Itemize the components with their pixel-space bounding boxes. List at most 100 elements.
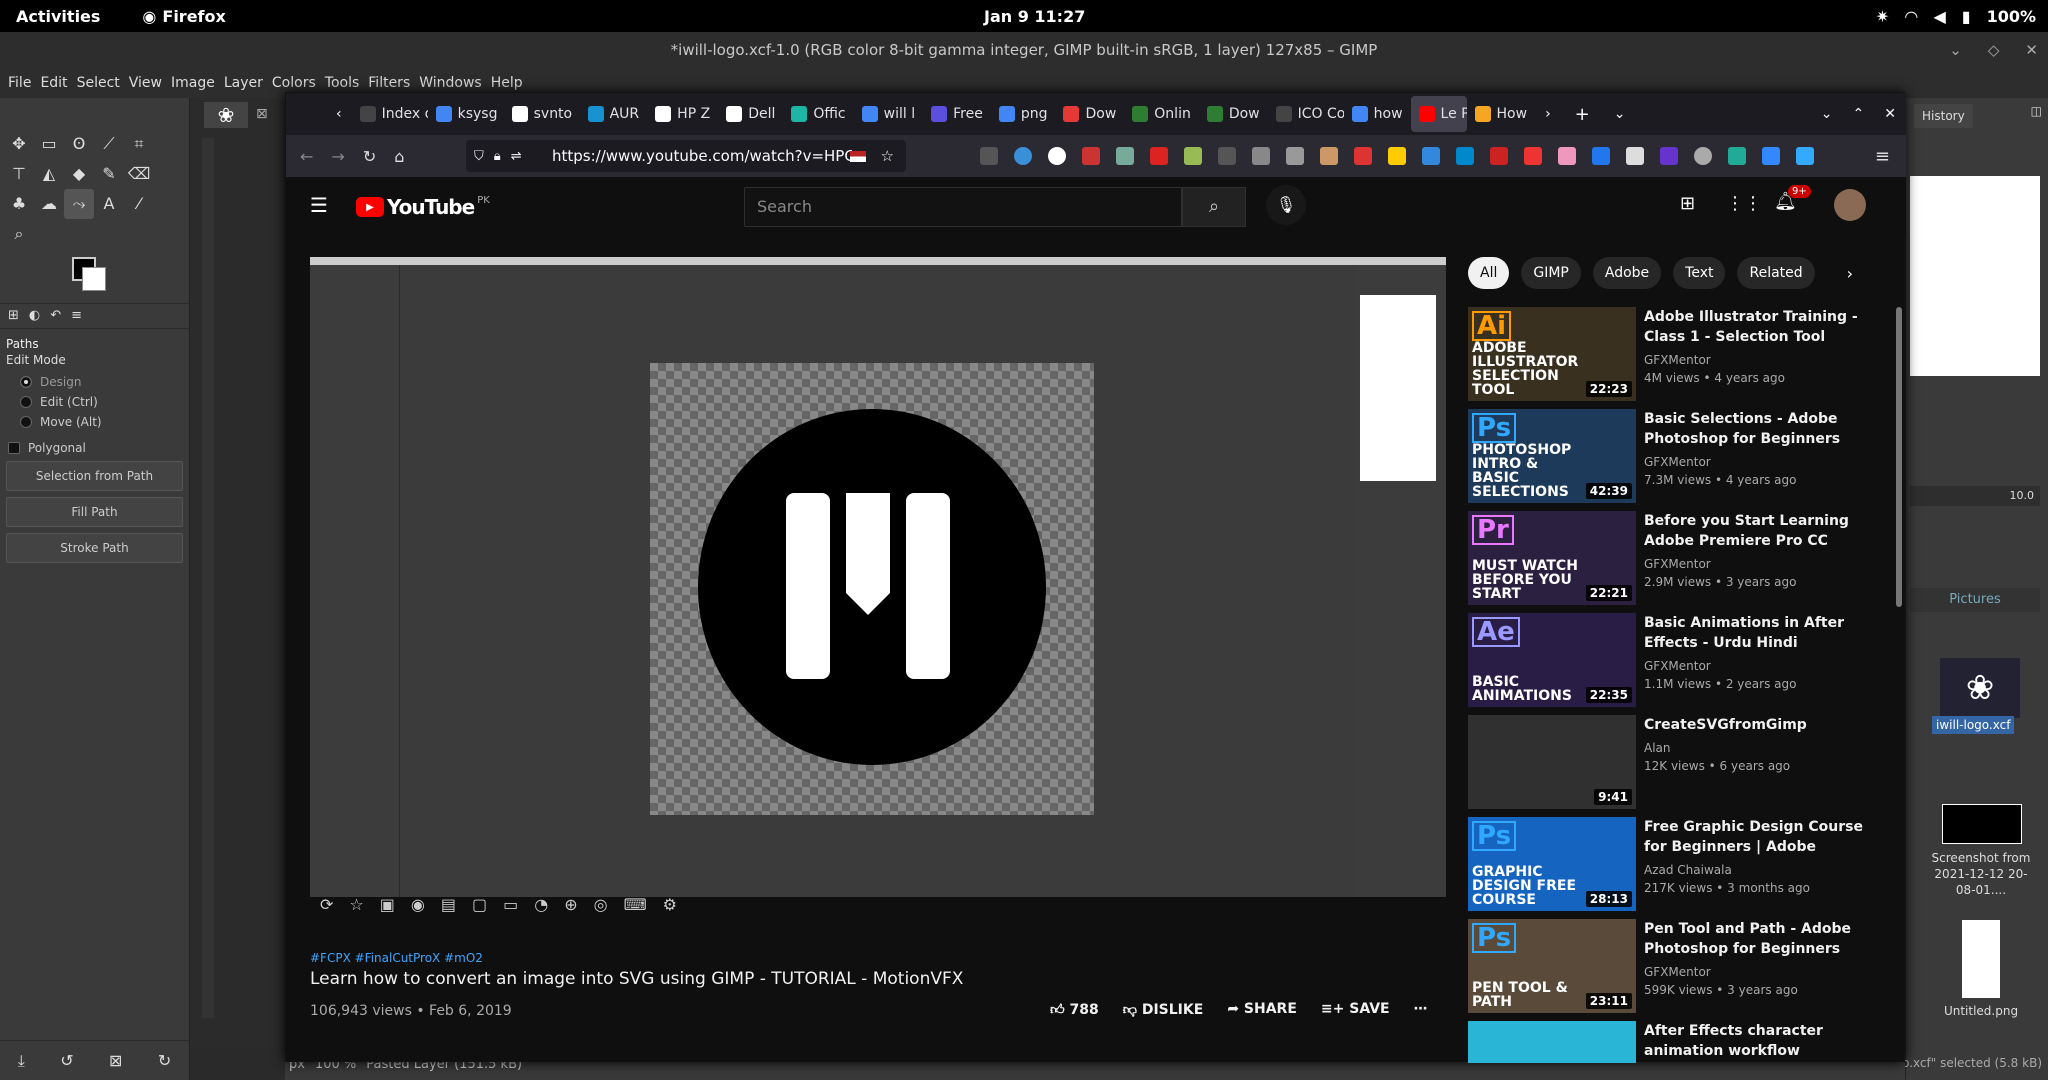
dislike-button[interactable]: 👎︎ DISLIKE — [1123, 1001, 1204, 1018]
gimp-canvas-area[interactable]: ❀ ⊠ — [190, 98, 285, 1048]
ext-icon[interactable] — [1150, 147, 1168, 165]
video-title-link[interactable]: CreateSVGfromGimp — [1644, 715, 1864, 735]
browser-tab[interactable]: how — [1344, 96, 1411, 132]
video-thumbnail[interactable]: 9:41 — [1468, 715, 1636, 809]
color-picker-icon[interactable]: ⁄ — [124, 189, 154, 219]
video-thumbnail[interactable]: Ps PHOTOSHOP INTRO & BASIC SELECTIONS 42:3… — [1468, 409, 1636, 503]
ext-icon[interactable] — [1524, 147, 1542, 165]
ext-icon[interactable] — [1320, 147, 1338, 165]
png-file-label[interactable]: Untitled.png — [1926, 1004, 2036, 1018]
undo-history-tab-icon[interactable]: ↶ — [50, 308, 61, 324]
ext-icon[interactable] — [1796, 147, 1814, 165]
add-icon[interactable]: ⊕ — [564, 895, 577, 914]
video-title-link[interactable]: Free Graphic Design Course for Beginners… — [1644, 817, 1864, 857]
video-hashtags[interactable]: #FCPX #FinalCutProX #mO2 — [310, 951, 483, 965]
star-icon[interactable]: ☆ — [349, 895, 363, 914]
bookmark-star-icon[interactable]: ☆ — [881, 147, 894, 165]
video-thumbnail[interactable]: Ps PEN TOOL & PATH 23:11 — [1468, 919, 1636, 1013]
menu-windows[interactable]: Windows — [419, 75, 482, 91]
ext-icon[interactable] — [1218, 147, 1236, 165]
transform-icon[interactable]: ⊤ — [4, 159, 34, 189]
video-thumbnail[interactable]: Pr MUST WATCH BEFORE YOU START 22:21 — [1468, 511, 1636, 605]
video-thumbnail[interactable]: Ps GRAPHIC DESIGN FREE COURSE 28:13 — [1468, 817, 1636, 911]
fill-path-button[interactable]: Fill Path — [6, 497, 183, 527]
menu-colors[interactable]: Colors — [272, 75, 316, 91]
ext-icon[interactable] — [1354, 147, 1372, 165]
screenshot-thumbnail[interactable] — [1942, 804, 2022, 844]
selection-from-path-button[interactable]: Selection from Path — [6, 461, 183, 491]
hamburger-menu-icon[interactable]: ≡ — [1875, 146, 1890, 167]
chip-related[interactable]: Related — [1737, 257, 1815, 289]
browser-tab[interactable]: AUR — [580, 96, 648, 132]
collapse-icon[interactable]: ⌄ — [1949, 32, 1962, 68]
browser-tab[interactable]: will l — [854, 96, 923, 132]
settings-gear-icon[interactable]: ⚙ — [663, 895, 677, 914]
pocket-icon[interactable] — [980, 147, 998, 165]
video-title-link[interactable]: Adobe Illustrator Training - Class 1 - S… — [1644, 307, 1864, 347]
camera-icon[interactable]: ◎ — [594, 895, 608, 914]
browser-tab[interactable]: Index of — [352, 96, 428, 132]
video-title-link[interactable]: After Effects character animation workfl… — [1644, 1021, 1864, 1061]
browser-tab[interactable]: Free — [923, 96, 991, 132]
xcf-file-label[interactable]: iwill-logo.xcf — [1932, 716, 2015, 734]
ext-icon[interactable] — [1694, 147, 1712, 165]
tabs-scroll-left-icon[interactable]: ‹ — [336, 106, 342, 122]
tool-options-tab-icon[interactable]: ⊞ — [8, 308, 19, 324]
voice-search-icon[interactable]: 🎙︎ — [1266, 185, 1306, 225]
permissions-icon[interactable]: ⇌ — [511, 149, 522, 164]
guide-menu-icon[interactable]: ☰ — [310, 193, 328, 217]
home-icon[interactable]: ⌂ — [394, 147, 404, 166]
screenshot-icon[interactable]: ▣ — [380, 895, 395, 914]
share-button[interactable]: ➦ SHARE — [1227, 1001, 1297, 1018]
menu-filters[interactable]: Filters — [368, 75, 410, 91]
youtube-logo[interactable]: ▶ YouTube PK — [356, 195, 490, 219]
clone-icon[interactable]: ♣ — [4, 189, 34, 219]
video-title-link[interactable]: Basic Selections - Adobe Photoshop for B… — [1644, 409, 1864, 449]
browser-tab[interactable]: svnto — [504, 96, 580, 132]
mode-move[interactable]: Move (Alt) — [20, 415, 189, 429]
recommended-video[interactable]: Ae BASIC ANIMATIONS 22:35 Basic Animations … — [1468, 613, 1898, 709]
ext-icon[interactable] — [1558, 147, 1576, 165]
maximize-icon[interactable]: ⌃ — [1853, 106, 1865, 122]
system-tray[interactable]: ✷ ◠ ◀ ▮ 100% — [1876, 7, 2036, 26]
dock-tabs[interactable]: ⊞ ◐ ↶ ≡ — [0, 303, 189, 329]
pictures-tab[interactable]: Pictures — [1910, 588, 2040, 612]
paths-tab-icon[interactable]: ≡ — [71, 308, 82, 324]
ext-icon[interactable] — [1048, 147, 1066, 165]
eye-icon[interactable]: ◉ — [411, 895, 425, 914]
close-image-icon[interactable]: ⊠ — [256, 106, 268, 122]
chip-adobe[interactable]: Adobe — [1592, 257, 1662, 289]
ext-icon[interactable] — [1014, 147, 1032, 165]
browser-tab[interactable]: ksysg — [428, 96, 504, 132]
brush-size-field[interactable]: 10.0 — [1910, 486, 2040, 506]
crop-icon[interactable]: ⌗ — [124, 129, 154, 159]
avatar[interactable] — [1834, 189, 1866, 221]
background-color[interactable] — [82, 267, 106, 291]
browser-tab[interactable]: png — [991, 96, 1056, 132]
ext-icon[interactable] — [1082, 147, 1100, 165]
clock[interactable]: Jan 9 11:27 — [984, 7, 1085, 26]
frame-icon[interactable]: ▢ — [472, 895, 487, 914]
chip-text[interactable]: Text — [1673, 257, 1726, 289]
back-icon[interactable]: ← — [300, 147, 313, 166]
ext-icon[interactable] — [1490, 147, 1508, 165]
mode-edit[interactable]: Edit (Ctrl) — [20, 395, 189, 409]
sidebar-scrollbar[interactable] — [1896, 307, 1902, 607]
rect-select-icon[interactable]: ▭ — [34, 128, 64, 158]
ext-icon[interactable] — [1626, 147, 1644, 165]
more-actions-icon[interactable]: ⋯ — [1414, 1001, 1428, 1018]
menu-edit[interactable]: Edit — [40, 75, 67, 91]
image-tab-thumbnail[interactable]: ❀ — [204, 102, 248, 128]
chip-gimp[interactable]: GIMP — [1521, 257, 1581, 289]
recommended-video[interactable]: Ai ADOBE ILLUSTRATOR SELECTION TOOL 22:23 A… — [1468, 307, 1898, 403]
apps-grid-icon[interactable]: ⋮⋮ — [1726, 193, 1762, 214]
url-bar[interactable]: ⛉ 🔒︎ ⇌ https://www.youtube.com/watch?v=HPG… — [466, 140, 906, 172]
tab-list-icon[interactable]: ⌄ — [1614, 106, 1626, 122]
browser-tab[interactable]: Dow — [1055, 96, 1124, 132]
new-tab-button[interactable]: + — [1575, 104, 1590, 125]
video-thumbnail[interactable]: Ae BASIC ANIMATIONS 22:35 — [1468, 613, 1636, 707]
save-button[interactable]: ≡+ SAVE — [1321, 1001, 1390, 1018]
browser-tab[interactable]: Offic — [783, 96, 853, 132]
mode-design[interactable]: Design — [20, 375, 189, 389]
zoom-icon[interactable]: ⌕ — [4, 219, 34, 249]
